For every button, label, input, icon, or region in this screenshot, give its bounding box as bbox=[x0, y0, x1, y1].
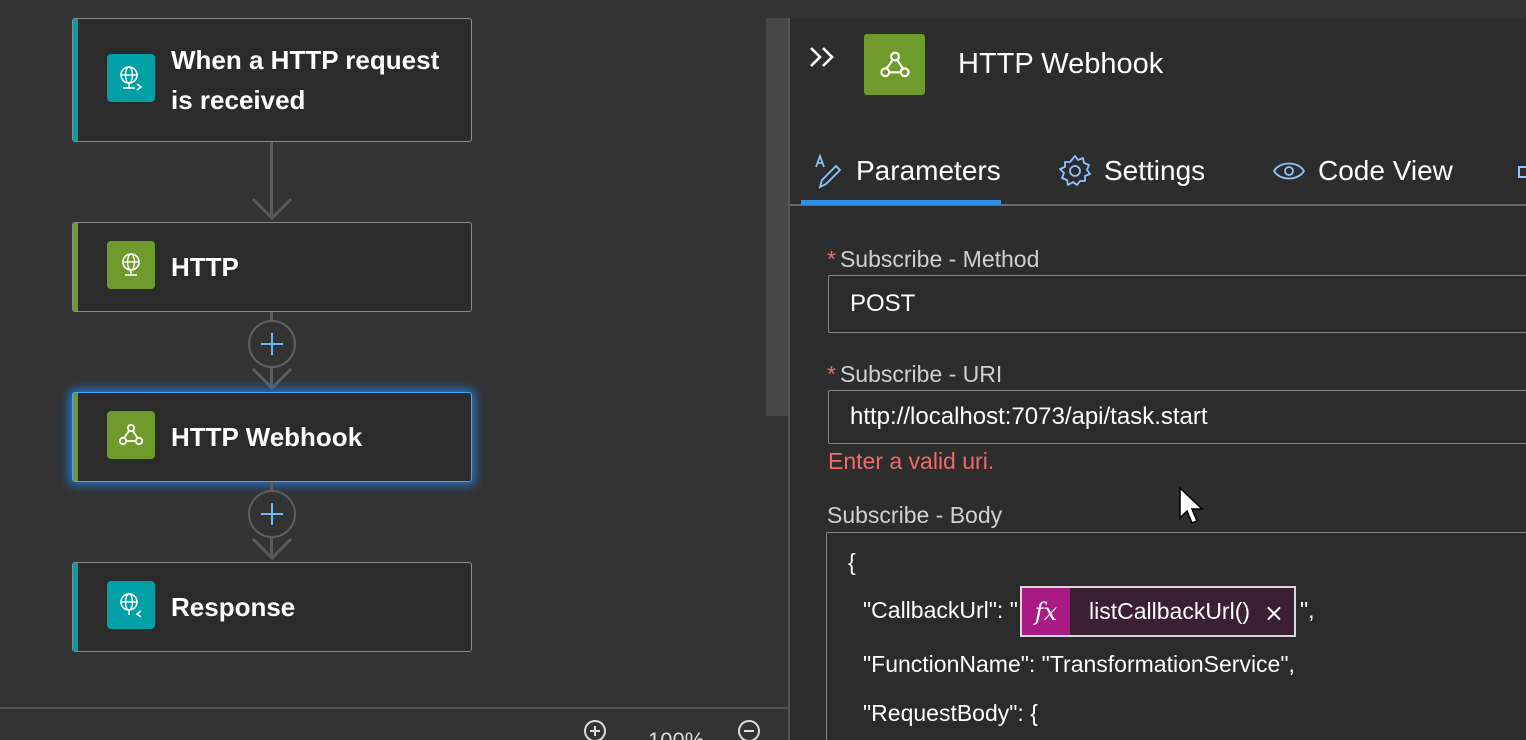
connector-arrow-icon bbox=[251, 367, 293, 391]
required-marker: * bbox=[827, 361, 836, 387]
tab-code-view[interactable]: Code View bbox=[1272, 146, 1453, 196]
card-accent-bar bbox=[73, 223, 78, 311]
method-select[interactable]: POST bbox=[828, 275, 1526, 333]
plus-icon bbox=[261, 503, 283, 525]
panel-tabs: Parameters Settings Code View bbox=[790, 136, 1526, 206]
card-http-request-trigger[interactable]: When a HTTP request is received bbox=[72, 18, 472, 142]
http-globe-response-icon bbox=[107, 581, 155, 629]
card-accent-bar bbox=[73, 563, 78, 651]
active-tab-indicator bbox=[801, 200, 1001, 205]
http-globe-icon bbox=[107, 241, 155, 289]
uri-error-message: Enter a valid uri. bbox=[828, 448, 995, 474]
card-accent-bar bbox=[73, 19, 78, 141]
insert-step-button[interactable] bbox=[248, 320, 296, 368]
tab-settings[interactable]: Settings bbox=[1058, 146, 1205, 196]
required-marker: * bbox=[827, 246, 836, 272]
token-name: listCallbackUrl() bbox=[1089, 598, 1251, 624]
card-http-webhook[interactable]: HTTP Webhook bbox=[72, 392, 472, 482]
more-tabs-icon[interactable] bbox=[1518, 166, 1526, 178]
body-label: Subscribe - Body bbox=[827, 502, 1003, 528]
webhook-icon bbox=[107, 411, 155, 459]
mouse-cursor-icon bbox=[1179, 486, 1204, 524]
plus-icon bbox=[261, 333, 283, 355]
zoom-in-icon[interactable] bbox=[582, 718, 608, 740]
http-globe-request-icon bbox=[107, 54, 155, 102]
tab-label: Settings bbox=[1104, 155, 1206, 186]
eye-icon bbox=[1272, 162, 1306, 180]
dynamic-content-token[interactable]: fx listCallbackUrl() × bbox=[1020, 586, 1296, 637]
canvas-scrollbar[interactable] bbox=[766, 18, 788, 416]
insert-step-button[interactable] bbox=[248, 490, 296, 538]
panel-title: HTTP Webhook bbox=[958, 48, 1164, 80]
card-http[interactable]: HTTP bbox=[72, 222, 472, 312]
tab-label: Parameters bbox=[856, 155, 1001, 186]
uri-input[interactable]: http://localhost:7073/api/task.start bbox=[828, 390, 1526, 444]
body-code-line: "RequestBody": { bbox=[863, 700, 1038, 726]
webhook-icon bbox=[864, 34, 925, 95]
method-label: * Subscribe - Method bbox=[827, 246, 1040, 272]
tab-label: Code View bbox=[1318, 155, 1453, 186]
designer-canvas[interactable]: When a HTTP request is received HTTP HTT… bbox=[0, 0, 788, 740]
body-code-line: ", bbox=[1300, 597, 1315, 623]
card-accent-bar bbox=[73, 393, 78, 481]
gear-icon bbox=[1059, 155, 1091, 186]
zoom-level: 100% bbox=[648, 728, 704, 740]
body-code-line: { bbox=[848, 549, 856, 575]
collapse-panel-icon[interactable] bbox=[808, 44, 838, 70]
card-title: HTTP Webhook bbox=[171, 422, 363, 452]
remove-token-button[interactable]: × bbox=[1264, 599, 1284, 627]
card-title: HTTP bbox=[171, 252, 239, 282]
tab-parameters[interactable]: Parameters bbox=[812, 146, 1001, 196]
card-response[interactable]: Response bbox=[72, 562, 472, 652]
body-code-line: "CallbackUrl": " bbox=[863, 597, 1018, 623]
pen-icon bbox=[815, 153, 842, 189]
zoom-out-icon[interactable] bbox=[736, 718, 762, 740]
connector-arrow-icon bbox=[251, 537, 293, 561]
card-title: When a HTTP request is received bbox=[171, 45, 440, 115]
body-code-line: "FunctionName": "TransformationService", bbox=[863, 651, 1295, 677]
card-title: Response bbox=[171, 592, 296, 622]
function-fx-icon: fx bbox=[1022, 588, 1070, 635]
connector-arrow-icon bbox=[251, 197, 293, 221]
uri-label: * Subscribe - URI bbox=[827, 361, 1003, 387]
